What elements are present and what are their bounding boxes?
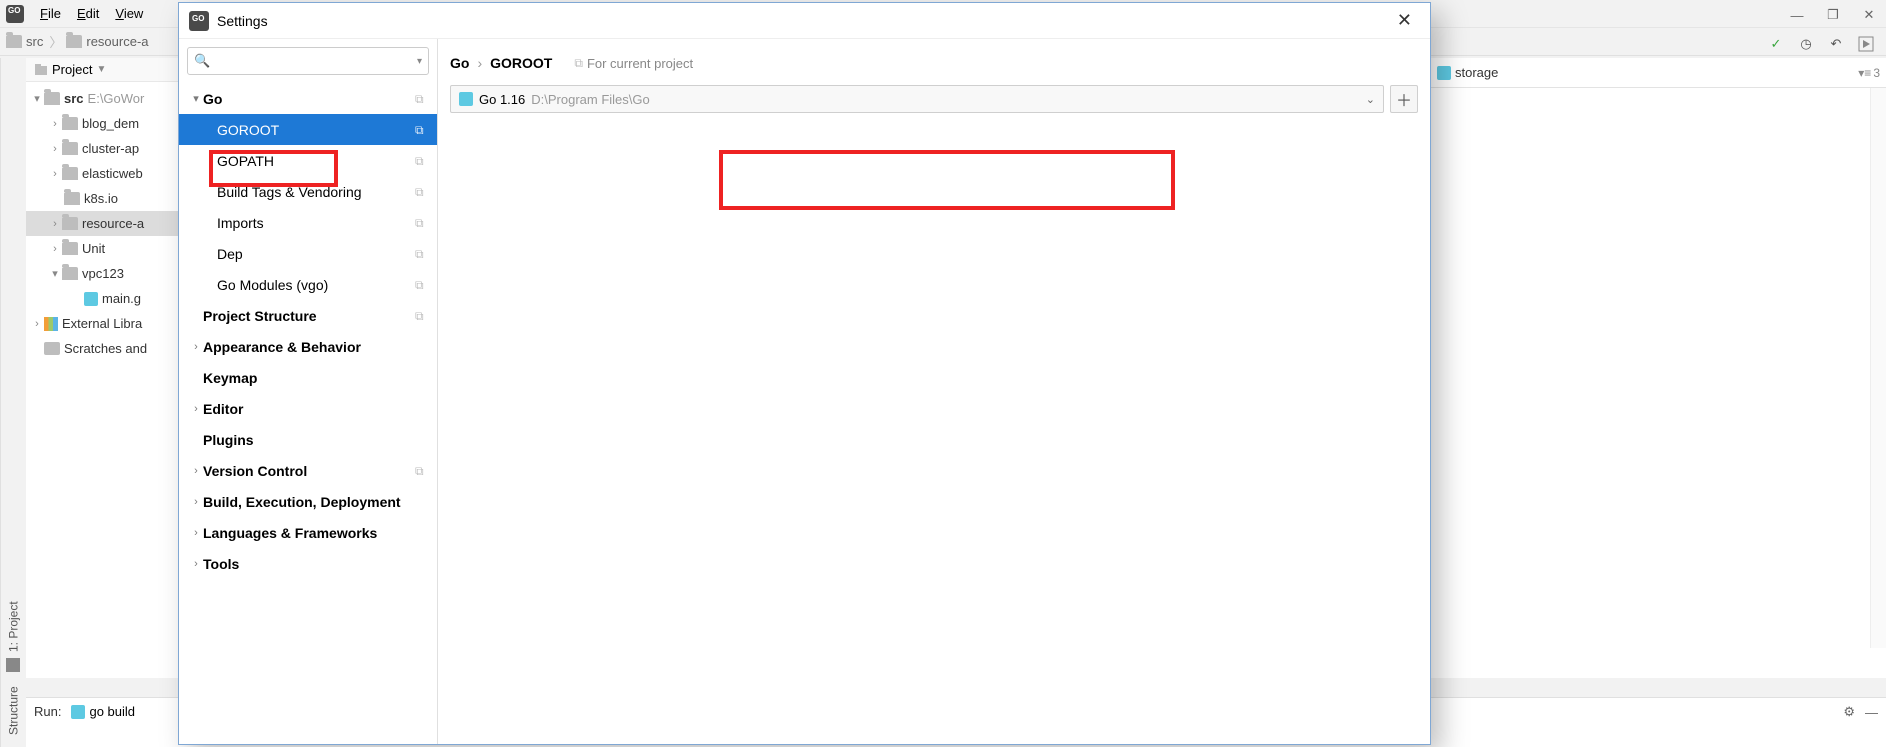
check-icon[interactable]: ✓ (1764, 32, 1788, 56)
category-editor[interactable]: ›Editor (179, 393, 437, 424)
folder-icon (6, 35, 22, 48)
scope-label: ⧉For current project (574, 56, 693, 71)
folder-icon (62, 217, 78, 230)
scratch-icon (44, 342, 60, 355)
structure-tool-label[interactable]: Structure (0, 675, 26, 747)
editor-tab-storage[interactable]: storage (1437, 65, 1498, 80)
settings-search-input[interactable] (214, 54, 417, 69)
chevron-right-icon: › (477, 55, 482, 71)
go-icon (71, 705, 85, 719)
folder-icon (62, 167, 78, 180)
close-dialog-button[interactable]: ✕ (1389, 8, 1420, 33)
undo-icon[interactable]: ↶ (1824, 32, 1848, 56)
category-project-structure[interactable]: ·Project Structure⧉ (179, 300, 437, 331)
minimize-tool-icon[interactable]: — (1865, 705, 1878, 720)
category-goroot[interactable]: ·GOROOT⧉ (179, 114, 437, 145)
category-gomodules[interactable]: ·Go Modules (vgo)⧉ (179, 269, 437, 300)
menu-file[interactable]: FFileile (32, 4, 69, 23)
settings-content: Go › GOROOT ⧉For current project Go 1.16… (438, 39, 1430, 744)
category-languages[interactable]: ›Languages & Frameworks (179, 517, 437, 548)
editor-scrollbar[interactable] (1870, 88, 1886, 648)
category-dep[interactable]: ·Dep⧉ (179, 238, 437, 269)
settings-breadcrumb: Go › GOROOT ⧉For current project (450, 47, 1418, 79)
folder-icon (62, 267, 78, 280)
add-sdk-button[interactable]: ＋ (1390, 85, 1418, 113)
chevron-down-icon: ▼ (96, 64, 106, 75)
goroot-dropdown[interactable]: Go 1.16 D:\Program Files\Go ⌄ (450, 85, 1384, 113)
settings-categories: ▾Go⧉ ·GOROOT⧉ ·GOPATH⧉ ·Build Tags & Ven… (179, 81, 437, 744)
run-label: Run: (34, 704, 61, 719)
editor-tabs: storage ▾≡3 (1431, 58, 1886, 88)
category-vcs[interactable]: ›Version Control⧉ (179, 455, 437, 486)
app-icon (6, 5, 24, 23)
scope-icon: ⧉ (415, 123, 429, 137)
scope-icon: ⧉ (415, 92, 429, 106)
minimize-button[interactable]: — (1780, 2, 1814, 28)
category-gopath[interactable]: ·GOPATH⧉ (179, 145, 437, 176)
go-file-icon (84, 292, 98, 306)
scope-icon: ⧉ (415, 247, 429, 261)
category-tools[interactable]: ›Tools (179, 548, 437, 579)
folder-icon (62, 117, 78, 130)
settings-dialog: Settings ✕ 🔍 ▾ ▾Go⧉ ·GOROOT⧉ ·GOPATH⧉ ·B… (178, 2, 1431, 745)
category-keymap[interactable]: ·Keymap (179, 362, 437, 393)
project-tool-icon[interactable] (7, 658, 21, 672)
window-controls: — ❐ ✕ (1780, 2, 1886, 28)
breadcrumbs-toggle[interactable]: ▾≡3 (1858, 66, 1880, 80)
breadcrumb-goroot: GOROOT (490, 55, 552, 71)
settings-search[interactable]: 🔍 ▾ (187, 47, 429, 75)
annotation-box (719, 150, 1175, 210)
go-file-icon (1437, 66, 1451, 80)
chevron-down-icon: ⌄ (1366, 93, 1375, 106)
left-tool-strip: 1: Project (0, 58, 26, 678)
search-icon: 🔍 (194, 53, 210, 69)
breadcrumb-src[interactable]: src (6, 34, 43, 49)
category-imports[interactable]: ·Imports⧉ (179, 207, 437, 238)
folder-icon (62, 142, 78, 155)
scope-icon: ⧉ (415, 309, 429, 323)
goroot-version: Go 1.16 (479, 92, 525, 107)
right-toolbar: ✓ ◷ ↶ (1756, 30, 1886, 58)
clock-icon[interactable]: ◷ (1794, 32, 1818, 56)
folder-icon (62, 242, 78, 255)
settings-tree-panel: 🔍 ▾ ▾Go⧉ ·GOROOT⧉ ·GOPATH⧉ ·Build Tags &… (179, 39, 438, 744)
maximize-button[interactable]: ❐ (1816, 2, 1850, 28)
scope-icon: ⧉ (415, 278, 429, 292)
breadcrumb-resource[interactable]: resource-a (66, 34, 148, 49)
library-icon (44, 317, 58, 331)
project-icon (34, 63, 48, 77)
category-build[interactable]: ›Build, Execution, Deployment (179, 486, 437, 517)
dialog-titlebar: Settings ✕ (179, 3, 1430, 39)
run-config-icon[interactable] (1854, 32, 1878, 56)
folder-icon (66, 35, 82, 48)
scope-icon: ⧉ (415, 185, 429, 199)
category-plugins[interactable]: ·Plugins (179, 424, 437, 455)
scope-icon: ⧉ (415, 464, 429, 478)
menu-edit[interactable]: Edit (69, 4, 107, 23)
scope-icon: ⧉ (574, 56, 583, 71)
category-appearance[interactable]: ›Appearance & Behavior (179, 331, 437, 362)
goroot-path: D:\Program Files\Go (531, 92, 649, 107)
chevron-down-icon: ▾ (417, 56, 422, 67)
go-sdk-icon (459, 92, 473, 106)
run-config[interactable]: go build (71, 704, 135, 719)
folder-icon (44, 92, 60, 105)
app-icon (189, 11, 209, 31)
category-go[interactable]: ▾Go⧉ (179, 83, 437, 114)
breadcrumb-go[interactable]: Go (450, 55, 469, 71)
scope-icon: ⧉ (415, 216, 429, 230)
project-tool-label[interactable]: 1: Project (7, 601, 21, 652)
breadcrumb-separator: 〉 (49, 32, 62, 51)
menu-view[interactable]: View (107, 4, 151, 23)
editor-area: storage ▾≡3 ✓ (1431, 58, 1886, 678)
dialog-title: Settings (217, 13, 1389, 29)
settings-icon[interactable]: ⚙ (1843, 704, 1855, 720)
close-window-button[interactable]: ✕ (1852, 2, 1886, 28)
scope-icon: ⧉ (415, 154, 429, 168)
folder-icon (64, 192, 80, 205)
category-buildtags[interactable]: ·Build Tags & Vendoring⧉ (179, 176, 437, 207)
